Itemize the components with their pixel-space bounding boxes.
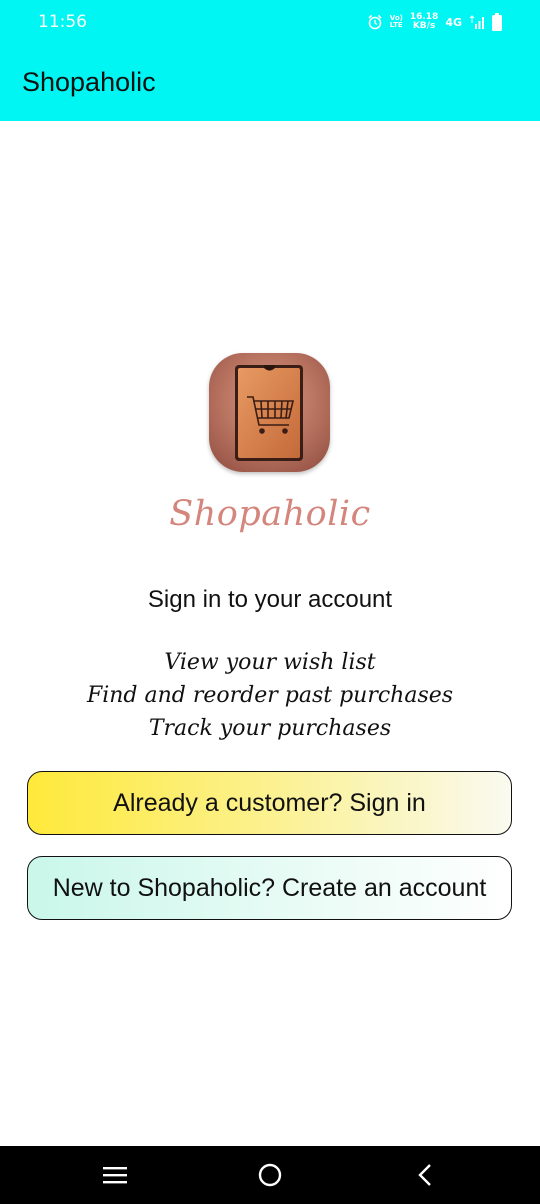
alarm-icon bbox=[367, 14, 383, 30]
brand-name: Shopaholic bbox=[169, 494, 371, 534]
network-type: 4G bbox=[445, 15, 462, 29]
benefits-list: View your wish list Find and reorder pas… bbox=[0, 646, 540, 745]
navigation-bar bbox=[0, 1146, 540, 1204]
status-bar: 11:56 Vo) LTE 16.18 KB/s 4G bbox=[0, 0, 540, 46]
signal-icon bbox=[469, 15, 485, 29]
status-icons: Vo) LTE 16.18 KB/s 4G bbox=[367, 10, 502, 34]
battery-icon bbox=[492, 13, 502, 31]
create-account-button[interactable]: New to Shopaholic? Create an account bbox=[27, 856, 512, 920]
status-time: 11:56 bbox=[38, 12, 87, 32]
sign-in-button[interactable]: Already a customer? Sign in bbox=[27, 771, 512, 835]
sign-in-button-label: Already a customer? Sign in bbox=[113, 788, 426, 817]
speed-unit: KB/s bbox=[412, 21, 436, 31]
menu-icon[interactable] bbox=[75, 1146, 155, 1204]
volte-indicator: Vo) LTE bbox=[390, 15, 403, 29]
benefit-item: View your wish list bbox=[164, 650, 376, 675]
app-bar: Shopaholic bbox=[0, 46, 540, 121]
shopping-cart-tablet-icon bbox=[209, 353, 330, 472]
page-heading: Sign in to your account bbox=[147, 586, 393, 613]
network-speed: 16.18 KB/s bbox=[410, 13, 438, 31]
back-icon[interactable] bbox=[385, 1146, 465, 1204]
benefit-item: Find and reorder past purchases bbox=[86, 683, 454, 708]
app-title: Shopaholic bbox=[22, 67, 156, 97]
create-account-button-label: New to Shopaholic? Create an account bbox=[52, 873, 487, 902]
volte-bottom: LTE bbox=[389, 21, 403, 29]
home-icon[interactable] bbox=[230, 1146, 310, 1204]
benefit-item: Track your purchases bbox=[148, 716, 392, 741]
